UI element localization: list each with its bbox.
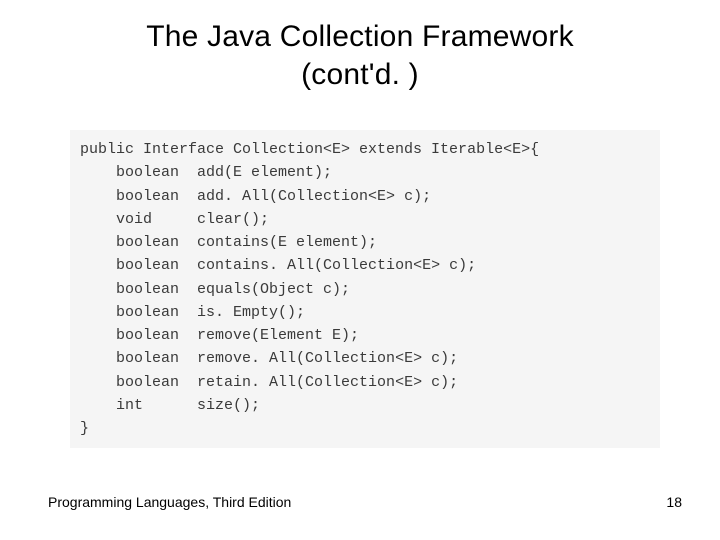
- code-block: public Interface Collection<E> extends I…: [70, 130, 660, 448]
- code-member: boolean add. All(Collection<E> c);: [80, 188, 431, 205]
- code-member: boolean remove. All(Collection<E> c);: [80, 350, 458, 367]
- code-member: boolean contains. All(Collection<E> c);: [80, 257, 476, 274]
- code-close: }: [80, 420, 89, 437]
- code-member: boolean remove(Element E);: [80, 327, 359, 344]
- code-pre: public Interface Collection<E> extends I…: [80, 138, 650, 440]
- page-number: 18: [666, 494, 682, 510]
- slide: The Java Collection Framework (cont'd. )…: [0, 0, 720, 540]
- code-member: boolean add(E element);: [80, 164, 332, 181]
- slide-title: The Java Collection Framework (cont'd. ): [0, 0, 720, 93]
- code-member: boolean retain. All(Collection<E> c);: [80, 374, 458, 391]
- code-member: boolean equals(Object c);: [80, 281, 350, 298]
- code-member: boolean contains(E element);: [80, 234, 377, 251]
- code-member: void clear();: [80, 211, 269, 228]
- title-line-1: The Java Collection Framework: [146, 20, 574, 53]
- footer-book-title: Programming Languages, Third Edition: [48, 494, 291, 510]
- title-line-2: (cont'd. ): [301, 58, 419, 91]
- code-decl: public Interface Collection<E> extends I…: [80, 141, 539, 158]
- code-member: int size();: [80, 397, 260, 414]
- code-member: boolean is. Empty();: [80, 304, 305, 321]
